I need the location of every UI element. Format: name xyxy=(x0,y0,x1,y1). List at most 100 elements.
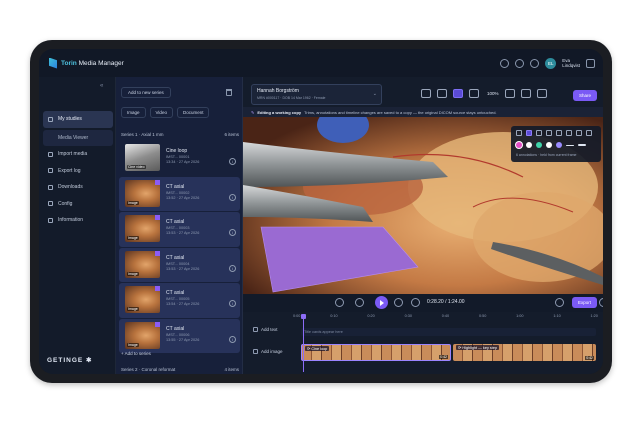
list-item[interactable]: Cine video Cine loop IMST... 00001 13:34 · … xyxy=(119,141,240,176)
info-icon[interactable]: i xyxy=(229,335,236,343)
sidebar-item-downloads[interactable]: Downloads xyxy=(43,179,113,196)
fit-icon[interactable] xyxy=(520,89,531,98)
playback-time: 0:28.20 / 1:24.00 xyxy=(427,299,465,305)
list-item[interactable]: Image CT axial IMST... 00004 13:53 · 27 Apr… xyxy=(119,247,240,282)
media-type-tabs: Image Video Document xyxy=(121,107,210,118)
patient-selector[interactable]: Hannah Borgström MRN #000117 · DOB 14 Ma… xyxy=(251,84,382,105)
measure-tool-icon[interactable] xyxy=(576,130,582,136)
fullscreen-icon[interactable] xyxy=(536,89,547,98)
more-tools-icon[interactable] xyxy=(586,130,592,136)
scissors-icon[interactable] xyxy=(555,298,564,307)
tick-label: 1:20 xyxy=(590,314,598,318)
avatar[interactable]: EL xyxy=(545,57,557,69)
item-title: Cine loop xyxy=(166,148,188,154)
list-item[interactable]: Image CT axial IMST... 00002 13:52 · 27 Apr… xyxy=(119,176,240,211)
timeline-clip[interactable]: ⟳ Highlight — key step 0:42 xyxy=(453,344,596,361)
crop-icon[interactable] xyxy=(421,89,431,98)
selected-marker xyxy=(155,286,160,291)
zoom-out-icon[interactable] xyxy=(469,89,479,98)
trash-clip-icon[interactable] xyxy=(599,298,603,307)
sidebar-item-label: Media Viewer xyxy=(58,134,89,141)
tab-video[interactable]: Video xyxy=(149,107,173,118)
text-track[interactable]: Title cards appear here xyxy=(301,328,596,336)
add-text-button[interactable]: Add text xyxy=(253,327,278,332)
help-icon[interactable] xyxy=(515,58,525,68)
stroke-medium[interactable] xyxy=(578,144,586,146)
color-swatch[interactable] xyxy=(526,142,532,148)
sidebar-item-config[interactable]: Config xyxy=(43,196,113,213)
video-frame[interactable]: 6 annotations · held from current frame xyxy=(243,117,603,294)
settings-icon[interactable] xyxy=(530,58,540,68)
color-swatch[interactable] xyxy=(546,142,552,148)
rectangle-tool-icon[interactable] xyxy=(546,130,552,136)
media-type-badge: Image xyxy=(127,236,139,240)
viewer-tools: 100% xyxy=(421,89,547,98)
color-swatch[interactable] xyxy=(556,142,562,148)
series-title: Series 1 · Axial 1 mm xyxy=(121,132,164,137)
banner-title: Editing a working copy xyxy=(257,109,302,115)
tab-document[interactable]: Document xyxy=(176,107,210,118)
sidebar-item-label: Downloads xyxy=(58,184,83,191)
series-header[interactable]: Series 2 · Coronal reformat 4 items xyxy=(121,367,239,372)
tab-image[interactable]: Image xyxy=(121,107,146,118)
media-type-badge: Image xyxy=(127,307,139,311)
skip-back-icon[interactable] xyxy=(335,298,344,307)
sidebar-item-information[interactable]: Information xyxy=(43,212,113,229)
forward-icon[interactable] xyxy=(394,298,403,307)
thumbnail-image: Image xyxy=(125,286,160,313)
item-meta: IMST... 00004 13:53 · 27 Apr 2026 xyxy=(166,261,200,271)
play-button[interactable] xyxy=(375,296,388,309)
playhead[interactable] xyxy=(301,314,306,372)
sidebar-item-import-media[interactable]: Import media xyxy=(43,146,113,163)
series-count: 6 items xyxy=(224,132,239,137)
add-image-button[interactable]: Add image xyxy=(253,349,283,354)
tick-label: 0:50 xyxy=(478,314,487,318)
list-item[interactable]: Image CT axial IMST... 00006 13:55 · 27 Apr… xyxy=(119,318,240,353)
info-icon xyxy=(48,217,53,223)
zoom-in-icon[interactable] xyxy=(504,89,515,98)
sidebar-item-label: My studies xyxy=(58,116,82,123)
info-icon[interactable]: i xyxy=(229,300,236,307)
stroke-thin[interactable] xyxy=(566,144,574,146)
share-button[interactable]: Share xyxy=(572,90,597,101)
trash-icon[interactable] xyxy=(226,89,232,96)
brand-logo: GETINGE ✱ xyxy=(47,357,93,364)
info-icon[interactable]: i xyxy=(229,193,236,201)
pen-tool-icon[interactable] xyxy=(536,130,542,136)
list-item[interactable]: Image CT axial IMST... 00005 13:54 · 27 Apr… xyxy=(119,283,240,318)
info-icon[interactable]: i xyxy=(229,229,236,236)
import-icon xyxy=(48,151,53,157)
info-icon[interactable]: i xyxy=(229,158,236,165)
rewind-icon[interactable] xyxy=(355,298,364,307)
annotation-tools xyxy=(516,130,592,136)
info-icon[interactable]: i xyxy=(229,264,236,272)
chevron-down-icon: ⌄ xyxy=(372,91,377,97)
list-item[interactable]: Image CT axial IMST... 00003 13:53 · 27 Apr… xyxy=(119,212,240,247)
top-icons: EL Eva Lindqvist xyxy=(500,49,595,77)
comment-icon[interactable] xyxy=(437,89,447,98)
skip-forward-icon[interactable] xyxy=(411,298,420,307)
arrow-tool-icon[interactable] xyxy=(526,130,532,136)
color-swatch[interactable] xyxy=(536,142,542,148)
annotate-pen-icon[interactable] xyxy=(453,89,463,98)
item-title: CT axial xyxy=(166,290,185,296)
sidebar-item-export-log[interactable]: Export log xyxy=(43,163,113,180)
sidebar-item-media-viewer[interactable]: Media Viewer xyxy=(43,129,113,146)
color-swatch[interactable] xyxy=(516,142,522,148)
ellipse-tool-icon[interactable] xyxy=(556,130,562,136)
pointer-tool-icon[interactable] xyxy=(516,130,522,136)
timeline-clip[interactable]: ⟳ Cine loop 0:42 xyxy=(301,344,451,361)
collapse-sidebar-icon[interactable]: « xyxy=(100,83,103,89)
logout-icon[interactable] xyxy=(586,58,595,68)
text-tool-icon[interactable] xyxy=(566,130,572,136)
item-meta: IMST... 00006 13:55 · 27 Apr 2026 xyxy=(166,332,200,342)
notification-icon[interactable] xyxy=(500,58,510,68)
sidebar-item-my-studies[interactable]: My studies xyxy=(43,111,113,128)
plus-icon xyxy=(253,327,258,332)
sidebar-item-label: Export log xyxy=(58,167,81,174)
export-button[interactable]: Export xyxy=(571,297,597,308)
series-header[interactable]: Series 1 · Axial 1 mm 6 items xyxy=(121,132,239,137)
add-to-series-button[interactable]: + Add to series xyxy=(121,351,151,356)
add-to-new-series-button[interactable]: Add to new series xyxy=(121,87,171,98)
annotation-panel: 6 annotations · held from current frame xyxy=(511,126,601,162)
